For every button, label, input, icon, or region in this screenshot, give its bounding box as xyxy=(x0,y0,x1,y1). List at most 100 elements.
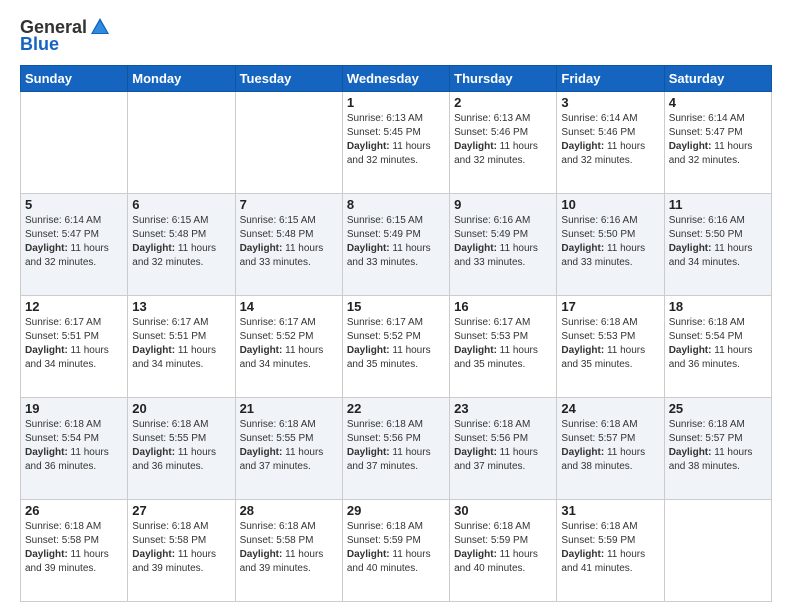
day-info: Sunrise: 6:18 AMSunset: 5:58 PMDaylight:… xyxy=(132,520,230,576)
day-number: 22 xyxy=(347,401,445,416)
day-info: Sunrise: 6:18 AMSunset: 5:58 PMDaylight:… xyxy=(25,520,123,576)
day-number: 29 xyxy=(347,503,445,518)
day-info: Sunrise: 6:14 AMSunset: 5:46 PMDaylight:… xyxy=(561,112,659,168)
day-info: Sunrise: 6:18 AMSunset: 5:57 PMDaylight:… xyxy=(561,418,659,474)
table-row xyxy=(664,500,771,602)
logo-icon xyxy=(89,16,111,38)
table-row: 15 Sunrise: 6:17 AMSunset: 5:52 PMDayligh… xyxy=(342,296,449,398)
day-info: Sunrise: 6:18 AMSunset: 5:56 PMDaylight:… xyxy=(347,418,445,474)
day-info: Sunrise: 6:18 AMSunset: 5:54 PMDaylight:… xyxy=(25,418,123,474)
logo: General Blue xyxy=(20,16,111,55)
day-info: Sunrise: 6:15 AMSunset: 5:49 PMDaylight:… xyxy=(347,214,445,270)
day-info: Sunrise: 6:18 AMSunset: 5:55 PMDaylight:… xyxy=(132,418,230,474)
day-number: 5 xyxy=(25,197,123,212)
table-row: 4 Sunrise: 6:14 AMSunset: 5:47 PMDaylight… xyxy=(664,92,771,194)
table-row: 25Sunrise: 6:18 AMSunset: 5:57 PMDayligh… xyxy=(664,398,771,500)
table-row: 7Sunrise: 6:15 AMSunset: 5:48 PMDaylight… xyxy=(235,194,342,296)
day-number: 26 xyxy=(25,503,123,518)
col-wednesday: Wednesday xyxy=(342,66,449,92)
table-row: 23 Sunrise: 6:18 AMSunset: 5:56 PMDayligh… xyxy=(450,398,557,500)
day-number: 6 xyxy=(132,197,230,212)
day-number: 16 xyxy=(454,299,552,314)
day-number: 14 xyxy=(240,299,338,314)
calendar-week-row: 26 Sunrise: 6:18 AMSunset: 5:58 PMDayligh… xyxy=(21,500,772,602)
table-row: 3 Sunrise: 6:14 AMSunset: 5:46 PMDaylight… xyxy=(557,92,664,194)
day-number: 10 xyxy=(561,197,659,212)
table-row: 30 Sunrise: 6:18 AMSunset: 5:59 PMDayligh… xyxy=(450,500,557,602)
table-row: 22 Sunrise: 6:18 AMSunset: 5:56 PMDayligh… xyxy=(342,398,449,500)
table-row xyxy=(21,92,128,194)
day-info: Sunrise: 6:17 AMSunset: 5:52 PMDaylight:… xyxy=(240,316,338,372)
page-header: General Blue xyxy=(20,16,772,55)
table-row: 18 Sunrise: 6:18 AMSunset: 5:54 PMDayligh… xyxy=(664,296,771,398)
day-number: 13 xyxy=(132,299,230,314)
day-number: 20 xyxy=(132,401,230,416)
day-number: 28 xyxy=(240,503,338,518)
day-number: 18 xyxy=(669,299,767,314)
col-sunday: Sunday xyxy=(21,66,128,92)
table-row: 5 Sunrise: 6:14 AMSunset: 5:47 PMDaylight… xyxy=(21,194,128,296)
day-number: 2 xyxy=(454,95,552,110)
table-row: 27 Sunrise: 6:18 AMSunset: 5:58 PMDayligh… xyxy=(128,500,235,602)
day-number: 24 xyxy=(561,401,659,416)
day-info: Sunrise: 6:18 AMSunset: 5:59 PMDaylight:… xyxy=(347,520,445,576)
day-number: 11 xyxy=(669,197,767,212)
calendar-week-row: 1 Sunrise: 6:13 AMSunset: 5:45 PMDaylight… xyxy=(21,92,772,194)
calendar-week-row: 5 Sunrise: 6:14 AMSunset: 5:47 PMDaylight… xyxy=(21,194,772,296)
day-info: Sunrise: 6:18 AMSunset: 5:58 PMDaylight:… xyxy=(240,520,338,576)
day-number: 1 xyxy=(347,95,445,110)
col-monday: Monday xyxy=(128,66,235,92)
day-number: 15 xyxy=(347,299,445,314)
table-row: 14 Sunrise: 6:17 AMSunset: 5:52 PMDayligh… xyxy=(235,296,342,398)
day-number: 31 xyxy=(561,503,659,518)
table-row: 12Sunrise: 6:17 AMSunset: 5:51 PMDayligh… xyxy=(21,296,128,398)
day-info: Sunrise: 6:18 AMSunset: 5:54 PMDaylight:… xyxy=(669,316,767,372)
table-row: 17Sunrise: 6:18 AMSunset: 5:53 PMDayligh… xyxy=(557,296,664,398)
day-info: Sunrise: 6:15 AMSunset: 5:48 PMDaylight:… xyxy=(132,214,230,270)
table-row: 9Sunrise: 6:16 AMSunset: 5:49 PMDaylight… xyxy=(450,194,557,296)
day-info: Sunrise: 6:18 AMSunset: 5:59 PMDaylight:… xyxy=(454,520,552,576)
table-row: 2 Sunrise: 6:13 AMSunset: 5:46 PMDaylight… xyxy=(450,92,557,194)
table-row: 29 Sunrise: 6:18 AMSunset: 5:59 PMDayligh… xyxy=(342,500,449,602)
calendar-week-row: 19 Sunrise: 6:18 AMSunset: 5:54 PMDayligh… xyxy=(21,398,772,500)
table-row: 1 Sunrise: 6:13 AMSunset: 5:45 PMDaylight… xyxy=(342,92,449,194)
day-info: Sunrise: 6:18 AMSunset: 5:55 PMDaylight:… xyxy=(240,418,338,474)
table-row: 6 Sunrise: 6:15 AMSunset: 5:48 PMDaylight… xyxy=(128,194,235,296)
day-number: 30 xyxy=(454,503,552,518)
day-number: 12 xyxy=(25,299,123,314)
day-number: 4 xyxy=(669,95,767,110)
day-number: 3 xyxy=(561,95,659,110)
day-number: 8 xyxy=(347,197,445,212)
day-number: 23 xyxy=(454,401,552,416)
col-friday: Friday xyxy=(557,66,664,92)
day-info: Sunrise: 6:14 AMSunset: 5:47 PMDaylight:… xyxy=(25,214,123,270)
table-row: 11 Sunrise: 6:16 AMSunset: 5:50 PMDayligh… xyxy=(664,194,771,296)
table-row: 19 Sunrise: 6:18 AMSunset: 5:54 PMDayligh… xyxy=(21,398,128,500)
table-row xyxy=(128,92,235,194)
day-number: 19 xyxy=(25,401,123,416)
day-info: Sunrise: 6:18 AMSunset: 5:56 PMDaylight:… xyxy=(454,418,552,474)
table-row xyxy=(235,92,342,194)
table-row: 20 Sunrise: 6:18 AMSunset: 5:55 PMDayligh… xyxy=(128,398,235,500)
day-number: 27 xyxy=(132,503,230,518)
day-info: Sunrise: 6:17 AMSunset: 5:51 PMDaylight:… xyxy=(132,316,230,372)
day-info: Sunrise: 6:14 AMSunset: 5:47 PMDaylight:… xyxy=(669,112,767,168)
table-row: 8 Sunrise: 6:15 AMSunset: 5:49 PMDaylight… xyxy=(342,194,449,296)
day-number: 9 xyxy=(454,197,552,212)
day-info: Sunrise: 6:17 AMSunset: 5:53 PMDaylight:… xyxy=(454,316,552,372)
table-row: 10 Sunrise: 6:16 AMSunset: 5:50 PMDayligh… xyxy=(557,194,664,296)
day-info: Sunrise: 6:17 AMSunset: 5:52 PMDaylight:… xyxy=(347,316,445,372)
day-info: Sunrise: 6:18 AMSunset: 5:53 PMDaylight:… xyxy=(561,316,659,372)
day-info: Sunrise: 6:18 AMSunset: 5:57 PMDaylight:… xyxy=(669,418,767,474)
day-info: Sunrise: 6:13 AMSunset: 5:45 PMDaylight:… xyxy=(347,112,445,168)
table-row: 21Sunrise: 6:18 AMSunset: 5:55 PMDayligh… xyxy=(235,398,342,500)
day-info: Sunrise: 6:13 AMSunset: 5:46 PMDaylight:… xyxy=(454,112,552,168)
day-info: Sunrise: 6:16 AMSunset: 5:50 PMDaylight:… xyxy=(561,214,659,270)
table-row: 24 Sunrise: 6:18 AMSunset: 5:57 PMDayligh… xyxy=(557,398,664,500)
col-thursday: Thursday xyxy=(450,66,557,92)
day-info: Sunrise: 6:16 AMSunset: 5:50 PMDaylight:… xyxy=(669,214,767,270)
table-row: 16 Sunrise: 6:17 AMSunset: 5:53 PMDayligh… xyxy=(450,296,557,398)
table-row: 13 Sunrise: 6:17 AMSunset: 5:51 PMDayligh… xyxy=(128,296,235,398)
calendar-week-row: 12 Sunrise: 6:17 AMSunset: 5:51 PMDayligh… xyxy=(21,296,772,398)
col-tuesday: Tuesday xyxy=(235,66,342,92)
